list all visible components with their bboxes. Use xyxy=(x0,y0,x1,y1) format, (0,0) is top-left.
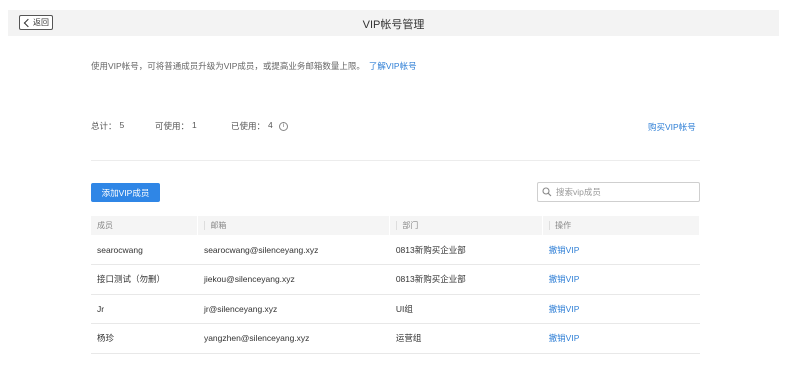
vip-member-table: 成员 邮箱 部门 操作 searocwang searocwang@silenc… xyxy=(91,216,700,354)
search-icon xyxy=(542,187,552,197)
info-icon[interactable]: i xyxy=(278,121,288,131)
stat-total-label: 总计： xyxy=(91,121,117,131)
stats-row: 总计： 5 可使用： 1 已使用： 4 i xyxy=(91,120,288,132)
table-row: 杨珍 yangzhen@silenceyang.xyz 运营组 撤销VIP xyxy=(91,323,700,354)
cell-email: jr@silenceyang.xyz xyxy=(197,294,390,324)
cell-action: 撤销VIP xyxy=(542,294,700,324)
cell-member: searocwang xyxy=(91,235,198,265)
cell-action: 撤销VIP xyxy=(542,235,700,265)
cell-member: Jr xyxy=(91,294,198,324)
header-department: 部门 xyxy=(389,216,544,235)
cell-email: jiekou@silenceyang.xyz xyxy=(197,264,390,295)
cell-action: 撤销VIP xyxy=(542,323,700,354)
top-bar: 返回 VIP帐号管理 xyxy=(8,10,779,36)
buy-vip-link[interactable]: 购买VIP帐号 xyxy=(648,121,696,133)
stat-available: 可使用： 1 xyxy=(155,120,231,132)
header-email: 邮箱 xyxy=(197,216,391,235)
cell-department: UI组 xyxy=(389,294,543,324)
revoke-vip-link[interactable]: 撤销VIP xyxy=(549,245,580,255)
intro-description: 使用VIP帐号，可将普通成员升级为VIP成员，或提高业务邮箱数量上限。 xyxy=(91,61,365,71)
cell-email: yangzhen@silenceyang.xyz xyxy=(197,323,390,354)
add-vip-member-button[interactable]: 添加VIP成员 xyxy=(91,183,160,202)
cell-department: 运营组 xyxy=(389,323,543,354)
stat-used: 已使用： 4 xyxy=(231,120,273,132)
stat-available-value: 1 xyxy=(192,120,197,130)
table-row: searocwang searocwang@silenceyang.xyz 08… xyxy=(91,235,700,265)
table-row: Jr jr@silenceyang.xyz UI组 撤销VIP xyxy=(91,294,700,324)
cell-action: 撤销VIP xyxy=(542,264,700,295)
stat-available-label: 可使用： xyxy=(155,121,190,131)
header-email-label: 邮箱 xyxy=(210,221,227,230)
stat-total: 总计： 5 xyxy=(91,120,155,132)
header-action-label: 操作 xyxy=(555,221,572,230)
header-member: 成员 xyxy=(91,216,199,235)
search-input[interactable] xyxy=(556,187,696,197)
revoke-vip-link[interactable]: 撤销VIP xyxy=(549,304,580,314)
divider xyxy=(91,160,700,161)
stat-total-value: 5 xyxy=(119,120,125,130)
table-header-row: 成员 邮箱 部门 操作 xyxy=(91,216,700,235)
revoke-vip-link[interactable]: 撤销VIP xyxy=(549,333,580,343)
search-box[interactable] xyxy=(537,182,700,202)
cell-member: 接口测试（勿删） xyxy=(91,264,198,295)
header-department-label: 部门 xyxy=(402,221,419,230)
learn-vip-link[interactable]: 了解VIP帐号 xyxy=(369,61,417,71)
stat-used-label: 已使用： xyxy=(231,121,266,131)
header-action: 操作 xyxy=(542,216,700,235)
revoke-vip-link[interactable]: 撤销VIP xyxy=(549,274,580,284)
stat-used-value: 4 xyxy=(268,120,273,130)
table-row: 接口测试（勿删） jiekou@silenceyang.xyz 0813新购买企… xyxy=(91,264,700,295)
cell-department: 0813新购买企业部 xyxy=(389,235,543,265)
intro-text: 使用VIP帐号，可将普通成员升级为VIP成员，或提高业务邮箱数量上限。 了解VIP… xyxy=(91,60,417,72)
page-title: VIP帐号管理 xyxy=(362,19,425,31)
cell-department: 0813新购买企业部 xyxy=(389,264,543,295)
cell-email: searocwang@silenceyang.xyz xyxy=(197,235,390,265)
cell-member: 杨珍 xyxy=(91,323,198,354)
